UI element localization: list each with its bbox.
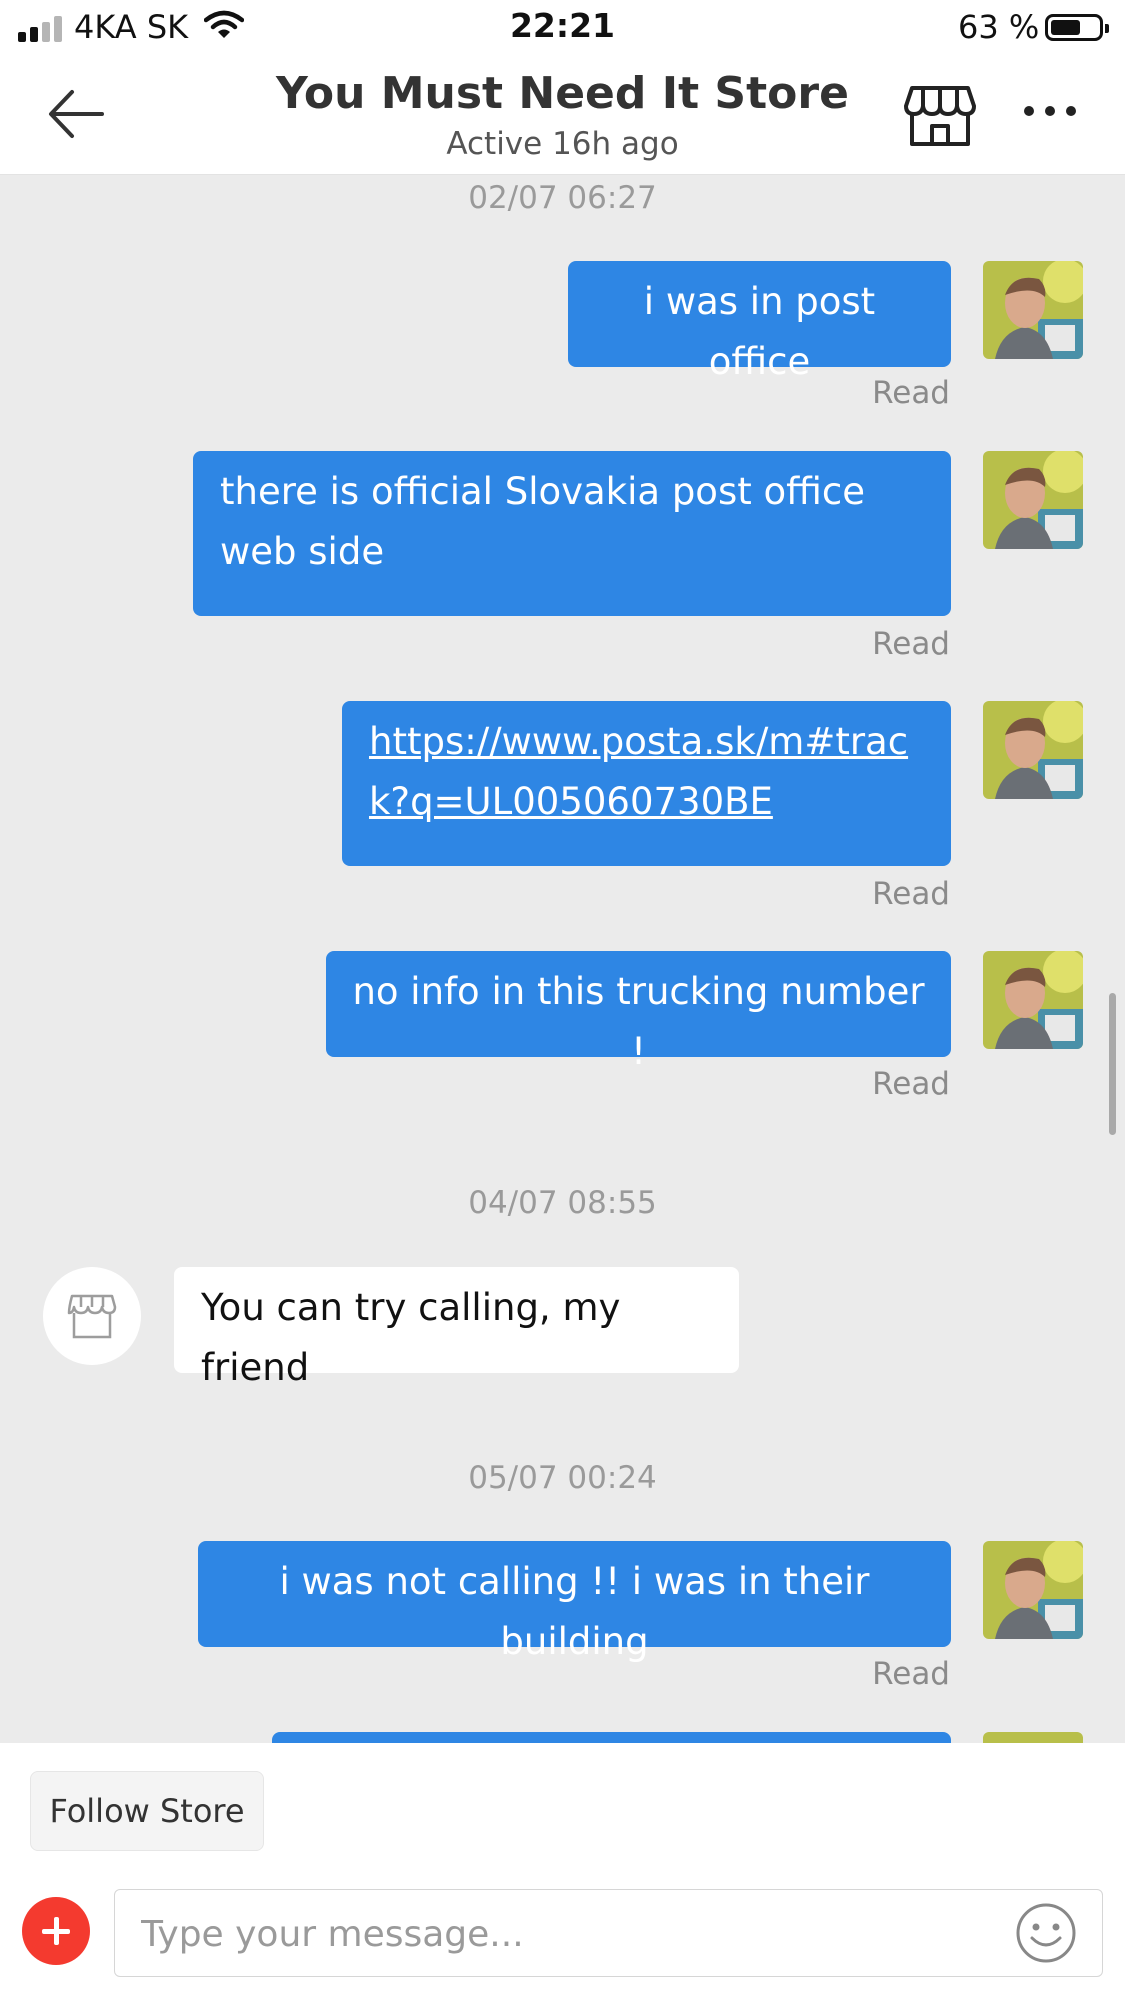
user-avatar[interactable]	[983, 451, 1083, 549]
user-avatar[interactable]	[983, 261, 1083, 359]
read-receipt: Read	[872, 1656, 950, 1692]
clock: 22:21	[509, 6, 616, 45]
tracking-link[interactable]: https://www.posta.sk/m#track?q=UL0050607…	[369, 720, 908, 823]
battery-percentage: 63 %	[958, 8, 1040, 46]
chat-header: You Must Need It Store Active 16h ago	[0, 56, 1125, 175]
date-timestamp: 05/07 00:24	[468, 1460, 657, 1496]
follow-store-button[interactable]: Follow Store	[30, 1771, 264, 1851]
store-icon[interactable]	[904, 84, 976, 148]
outgoing-message-partial[interactable]	[272, 1732, 951, 1743]
message-input[interactable]	[139, 1890, 1003, 1978]
outgoing-message[interactable]: there is official Slovakia post office w…	[193, 451, 951, 616]
date-timestamp: 04/07 08:55	[468, 1185, 657, 1221]
chat-area[interactable]: 02/07 06:27 i was in post office Read th…	[0, 175, 1125, 1743]
battery-icon	[1045, 14, 1109, 41]
read-receipt: Read	[872, 626, 950, 662]
emoji-icon[interactable]	[1015, 1902, 1077, 1964]
read-receipt: Read	[872, 375, 950, 411]
user-avatar[interactable]	[983, 701, 1083, 799]
add-attachment-button[interactable]	[22, 1897, 90, 1965]
incoming-message[interactable]: You can try calling, my friend	[174, 1267, 739, 1389]
outgoing-message[interactable]: i was not calling !! i was in their buil…	[198, 1541, 951, 1663]
read-receipt: Read	[872, 876, 950, 912]
read-receipt: Read	[872, 1066, 950, 1102]
store-avatar[interactable]	[43, 1267, 141, 1365]
message-input-container	[114, 1889, 1103, 1978]
outgoing-message[interactable]: no info in this trucking number !	[326, 951, 951, 1073]
outgoing-message[interactable]: i was in post office	[568, 261, 951, 383]
chat-footer: Follow Store	[0, 1743, 1125, 2000]
chat-scrollbar[interactable]	[1109, 993, 1116, 1135]
user-avatar[interactable]	[983, 1541, 1083, 1639]
user-avatar[interactable]	[983, 951, 1083, 1049]
more-options-icon[interactable]	[1020, 96, 1080, 126]
user-avatar[interactable]	[983, 1732, 1083, 1743]
date-timestamp: 02/07 06:27	[468, 180, 657, 216]
status-bar: 4KA SK 22:21 63 %	[0, 0, 1125, 56]
outgoing-message: https://www.posta.sk/m#track?q=UL0050607…	[342, 701, 951, 866]
